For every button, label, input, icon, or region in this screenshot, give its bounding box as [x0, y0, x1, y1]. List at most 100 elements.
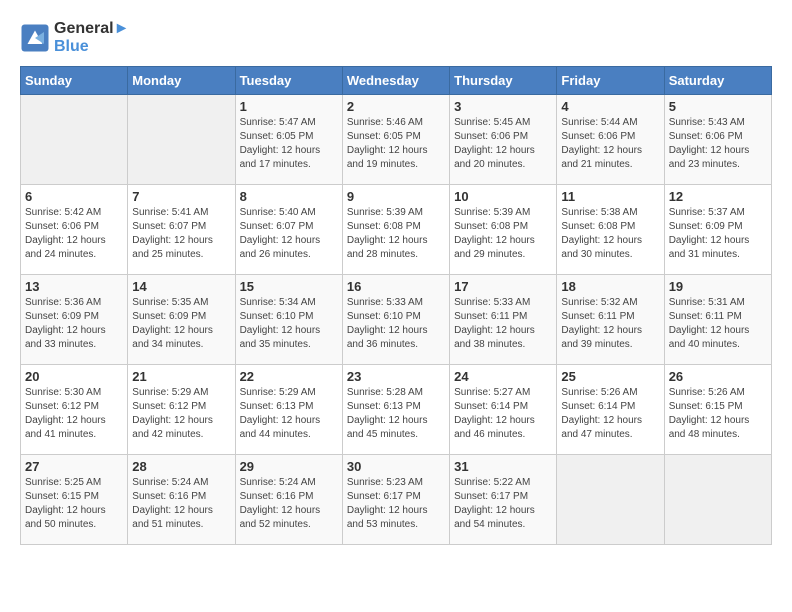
- day-info: Sunrise: 5:27 AM Sunset: 6:14 PM Dayligh…: [454, 386, 552, 442]
- day-info: Sunrise: 5:28 AM Sunset: 6:13 PM Dayligh…: [347, 386, 445, 442]
- day-info: Sunrise: 5:42 AM Sunset: 6:06 PM Dayligh…: [25, 206, 123, 262]
- calendar-cell: 6 Sunrise: 5:42 AM Sunset: 6:06 PM Daylig…: [21, 185, 128, 275]
- day-info: Sunrise: 5:44 AM Sunset: 6:06 PM Dayligh…: [561, 116, 659, 172]
- day-number: 26: [669, 369, 767, 384]
- calendar-cell: 24 Sunrise: 5:27 AM Sunset: 6:14 PM Dayli…: [450, 365, 557, 455]
- calendar-cell: 28 Sunrise: 5:24 AM Sunset: 6:16 PM Dayli…: [128, 455, 235, 545]
- calendar-cell: 1 Sunrise: 5:47 AM Sunset: 6:05 PM Daylig…: [235, 95, 342, 185]
- day-number: 1: [240, 99, 338, 114]
- day-number: 28: [132, 459, 230, 474]
- day-number: 7: [132, 189, 230, 204]
- day-info: Sunrise: 5:31 AM Sunset: 6:11 PM Dayligh…: [669, 296, 767, 352]
- calendar-cell: 26Sunrise: 5:26 AM Sunset: 6:15 PM Dayli…: [664, 365, 771, 455]
- calendar-cell: 18 Sunrise: 5:32 AM Sunset: 6:11 PM Dayli…: [557, 275, 664, 365]
- day-number: 16: [347, 279, 445, 294]
- calendar-week-row: 1 Sunrise: 5:47 AM Sunset: 6:05 PM Daylig…: [21, 95, 772, 185]
- day-info: Sunrise: 5:45 AM Sunset: 6:06 PM Dayligh…: [454, 116, 552, 172]
- day-info: Sunrise: 5:40 AM Sunset: 6:07 PM Dayligh…: [240, 206, 338, 262]
- day-number: 19: [669, 279, 767, 294]
- day-number: 14: [132, 279, 230, 294]
- day-number: 11: [561, 189, 659, 204]
- calendar-cell: [557, 455, 664, 545]
- logo: General► Blue: [20, 20, 129, 56]
- day-number: 20: [25, 369, 123, 384]
- day-number: 17: [454, 279, 552, 294]
- day-number: 6: [25, 189, 123, 204]
- calendar-week-row: 13 Sunrise: 5:36 AM Sunset: 6:09 PM Dayli…: [21, 275, 772, 365]
- day-info: Sunrise: 5:46 AM Sunset: 6:05 PM Dayligh…: [347, 116, 445, 172]
- calendar-cell: 23 Sunrise: 5:28 AM Sunset: 6:13 PM Dayli…: [342, 365, 449, 455]
- weekday-header: Wednesday: [342, 67, 449, 95]
- day-info: Sunrise: 5:29 AM Sunset: 6:12 PM Dayligh…: [132, 386, 230, 442]
- calendar-cell: 31 Sunrise: 5:22 AM Sunset: 6:17 PM Dayli…: [450, 455, 557, 545]
- calendar-cell: 21Sunrise: 5:29 AM Sunset: 6:12 PM Dayli…: [128, 365, 235, 455]
- day-info: Sunrise: 5:33 AM Sunset: 6:11 PM Dayligh…: [454, 296, 552, 352]
- calendar-cell: [128, 95, 235, 185]
- calendar-cell: 7 Sunrise: 5:41 AM Sunset: 6:07 PM Daylig…: [128, 185, 235, 275]
- day-info: Sunrise: 5:41 AM Sunset: 6:07 PM Dayligh…: [132, 206, 230, 262]
- calendar-week-row: 20 Sunrise: 5:30 AM Sunset: 6:12 PM Dayli…: [21, 365, 772, 455]
- calendar-week-row: 27 Sunrise: 5:25 AM Sunset: 6:15 PM Dayli…: [21, 455, 772, 545]
- day-number: 31: [454, 459, 552, 474]
- day-info: Sunrise: 5:29 AM Sunset: 6:13 PM Dayligh…: [240, 386, 338, 442]
- day-number: 18: [561, 279, 659, 294]
- day-info: Sunrise: 5:32 AM Sunset: 6:11 PM Dayligh…: [561, 296, 659, 352]
- calendar-week-row: 6 Sunrise: 5:42 AM Sunset: 6:06 PM Daylig…: [21, 185, 772, 275]
- day-number: 24: [454, 369, 552, 384]
- calendar-cell: 15 Sunrise: 5:34 AM Sunset: 6:10 PM Dayli…: [235, 275, 342, 365]
- weekday-header: Friday: [557, 67, 664, 95]
- calendar-cell: 29 Sunrise: 5:24 AM Sunset: 6:16 PM Dayli…: [235, 455, 342, 545]
- day-info: Sunrise: 5:43 AM Sunset: 6:06 PM Dayligh…: [669, 116, 767, 172]
- day-info: Sunrise: 5:24 AM Sunset: 6:16 PM Dayligh…: [240, 476, 338, 532]
- weekday-header: Saturday: [664, 67, 771, 95]
- calendar-cell: 8Sunrise: 5:40 AM Sunset: 6:07 PM Daylig…: [235, 185, 342, 275]
- day-info: Sunrise: 5:26 AM Sunset: 6:14 PM Dayligh…: [561, 386, 659, 442]
- weekday-header: Sunday: [21, 67, 128, 95]
- weekday-header: Thursday: [450, 67, 557, 95]
- calendar-cell: 25Sunrise: 5:26 AM Sunset: 6:14 PM Dayli…: [557, 365, 664, 455]
- day-info: Sunrise: 5:35 AM Sunset: 6:09 PM Dayligh…: [132, 296, 230, 352]
- day-number: 30: [347, 459, 445, 474]
- day-info: Sunrise: 5:47 AM Sunset: 6:05 PM Dayligh…: [240, 116, 338, 172]
- calendar-cell: 27 Sunrise: 5:25 AM Sunset: 6:15 PM Dayli…: [21, 455, 128, 545]
- calendar-cell: 22 Sunrise: 5:29 AM Sunset: 6:13 PM Dayli…: [235, 365, 342, 455]
- day-info: Sunrise: 5:30 AM Sunset: 6:12 PM Dayligh…: [25, 386, 123, 442]
- calendar-cell: 30Sunrise: 5:23 AM Sunset: 6:17 PM Dayli…: [342, 455, 449, 545]
- day-info: Sunrise: 5:24 AM Sunset: 6:16 PM Dayligh…: [132, 476, 230, 532]
- logo-text: General► Blue: [54, 20, 129, 56]
- day-number: 10: [454, 189, 552, 204]
- day-info: Sunrise: 5:25 AM Sunset: 6:15 PM Dayligh…: [25, 476, 123, 532]
- day-info: Sunrise: 5:39 AM Sunset: 6:08 PM Dayligh…: [454, 206, 552, 262]
- day-number: 29: [240, 459, 338, 474]
- page-header: General► Blue: [20, 20, 772, 56]
- calendar-cell: 4 Sunrise: 5:44 AM Sunset: 6:06 PM Daylig…: [557, 95, 664, 185]
- day-info: Sunrise: 5:37 AM Sunset: 6:09 PM Dayligh…: [669, 206, 767, 262]
- calendar-cell: 11Sunrise: 5:38 AM Sunset: 6:08 PM Dayli…: [557, 185, 664, 275]
- calendar-cell: 12 Sunrise: 5:37 AM Sunset: 6:09 PM Dayli…: [664, 185, 771, 275]
- calendar-cell: 17 Sunrise: 5:33 AM Sunset: 6:11 PM Dayli…: [450, 275, 557, 365]
- calendar-cell: 16Sunrise: 5:33 AM Sunset: 6:10 PM Dayli…: [342, 275, 449, 365]
- calendar-header-row: SundayMondayTuesdayWednesdayThursdayFrid…: [21, 67, 772, 95]
- calendar-cell: [21, 95, 128, 185]
- calendar-cell: 20 Sunrise: 5:30 AM Sunset: 6:12 PM Dayli…: [21, 365, 128, 455]
- weekday-header: Tuesday: [235, 67, 342, 95]
- day-info: Sunrise: 5:39 AM Sunset: 6:08 PM Dayligh…: [347, 206, 445, 262]
- day-number: 4: [561, 99, 659, 114]
- day-number: 12: [669, 189, 767, 204]
- day-info: Sunrise: 5:34 AM Sunset: 6:10 PM Dayligh…: [240, 296, 338, 352]
- calendar-cell: [664, 455, 771, 545]
- calendar-cell: 3Sunrise: 5:45 AM Sunset: 6:06 PM Daylig…: [450, 95, 557, 185]
- day-info: Sunrise: 5:22 AM Sunset: 6:17 PM Dayligh…: [454, 476, 552, 532]
- day-number: 15: [240, 279, 338, 294]
- day-number: 22: [240, 369, 338, 384]
- day-info: Sunrise: 5:36 AM Sunset: 6:09 PM Dayligh…: [25, 296, 123, 352]
- day-number: 23: [347, 369, 445, 384]
- weekday-header: Monday: [128, 67, 235, 95]
- calendar-cell: 19 Sunrise: 5:31 AM Sunset: 6:11 PM Dayli…: [664, 275, 771, 365]
- day-number: 27: [25, 459, 123, 474]
- logo-icon: [20, 23, 50, 53]
- calendar-cell: 10 Sunrise: 5:39 AM Sunset: 6:08 PM Dayli…: [450, 185, 557, 275]
- day-number: 13: [25, 279, 123, 294]
- day-number: 2: [347, 99, 445, 114]
- calendar-cell: 14 Sunrise: 5:35 AM Sunset: 6:09 PM Dayli…: [128, 275, 235, 365]
